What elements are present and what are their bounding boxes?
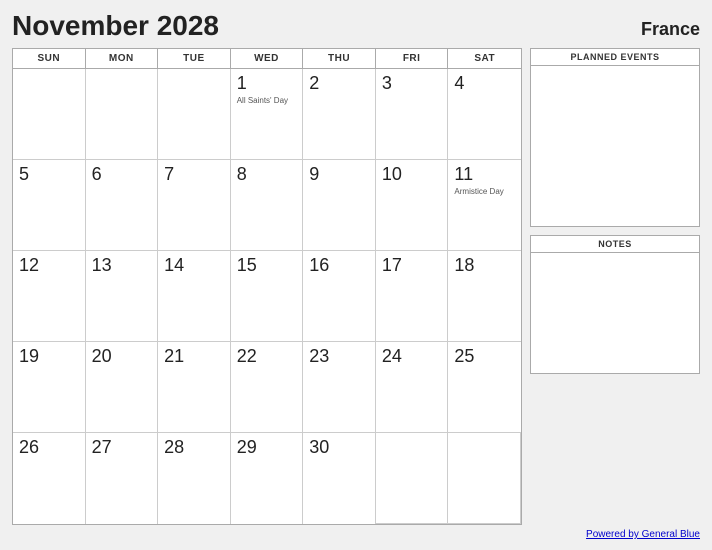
day-number: 23 <box>309 346 369 367</box>
day-cell-28: 28 <box>158 433 231 524</box>
day-number: 6 <box>92 164 152 185</box>
day-cell-20: 20 <box>86 342 159 433</box>
planned-events-content <box>531 66 699 226</box>
day-number: 2 <box>309 73 369 94</box>
planned-events-title: PLANNED EVENTS <box>531 49 699 66</box>
footer: Powered by General Blue <box>12 529 700 540</box>
day-cell-2: 2 <box>303 69 376 160</box>
empty-cell <box>158 69 231 160</box>
day-cell-3: 3 <box>376 69 449 160</box>
day-headers: SUNMONTUEWEDTHUFRISAT <box>13 49 521 69</box>
day-number: 12 <box>19 255 79 276</box>
notes-title: NOTES <box>531 236 699 253</box>
day-number: 24 <box>382 346 442 367</box>
day-number: 14 <box>164 255 224 276</box>
day-cell-7: 7 <box>158 160 231 251</box>
day-number: 15 <box>237 255 297 276</box>
day-cell-1: 1 All Saints' Day <box>231 69 304 160</box>
day-number: 16 <box>309 255 369 276</box>
main-area: SUNMONTUEWEDTHUFRISAT 1All Saints' Day23… <box>12 48 700 525</box>
day-number: 3 <box>382 73 442 94</box>
day-number: 28 <box>164 437 224 458</box>
empty-cell <box>376 433 449 524</box>
day-cell-21: 21 <box>158 342 231 433</box>
day-number: 19 <box>19 346 79 367</box>
day-number: 25 <box>454 346 515 367</box>
day-cell-5: 5 <box>13 160 86 251</box>
day-cell-16: 16 <box>303 251 376 342</box>
day-number: 20 <box>92 346 152 367</box>
day-cell-27: 27 <box>86 433 159 524</box>
country-label: France <box>641 19 700 40</box>
day-number: 29 <box>237 437 297 458</box>
day-number: 13 <box>92 255 152 276</box>
day-cell-13: 13 <box>86 251 159 342</box>
day-number: 27 <box>92 437 152 458</box>
day-number: 22 <box>237 346 297 367</box>
day-cell-4: 4 <box>448 69 521 160</box>
day-header-mon: MON <box>86 49 159 68</box>
day-cell-6: 6 <box>86 160 159 251</box>
day-cell-25: 25 <box>448 342 521 433</box>
day-cell-17: 17 <box>376 251 449 342</box>
day-cell-15: 15 <box>231 251 304 342</box>
day-number: 11 <box>454 164 515 185</box>
empty-cell <box>448 433 521 524</box>
day-cell-24: 24 <box>376 342 449 433</box>
day-cell-30: 30 <box>303 433 376 524</box>
empty-cell <box>86 69 159 160</box>
notes-box: NOTES <box>530 235 700 374</box>
day-number: 1 <box>237 73 297 94</box>
day-header-sat: SAT <box>448 49 521 68</box>
calendar-grid: 1All Saints' Day234567891011Armistice Da… <box>13 69 521 524</box>
empty-cell <box>13 69 86 160</box>
day-cell-19: 19 <box>13 342 86 433</box>
powered-by-link[interactable]: Powered by General Blue <box>586 529 700 540</box>
day-number: 5 <box>19 164 79 185</box>
day-cell-29: 29 <box>231 433 304 524</box>
day-number: 17 <box>382 255 442 276</box>
holiday-label: Armistice Day <box>454 187 515 197</box>
calendar-title: November 2028 <box>12 10 219 42</box>
day-number: 9 <box>309 164 369 185</box>
day-cell-10: 10 <box>376 160 449 251</box>
day-cell-11: 11 Armistice Day <box>448 160 521 251</box>
calendar-section: SUNMONTUEWEDTHUFRISAT 1All Saints' Day23… <box>12 48 522 525</box>
day-cell-23: 23 <box>303 342 376 433</box>
day-number: 18 <box>454 255 515 276</box>
day-number: 8 <box>237 164 297 185</box>
holiday-label: All Saints' Day <box>237 96 297 106</box>
day-header-sun: SUN <box>13 49 86 68</box>
day-cell-8: 8 <box>231 160 304 251</box>
day-number: 7 <box>164 164 224 185</box>
day-number: 10 <box>382 164 442 185</box>
notes-content <box>531 253 699 373</box>
planned-events-box: PLANNED EVENTS <box>530 48 700 227</box>
sidebar: PLANNED EVENTS NOTES <box>530 48 700 525</box>
day-number: 26 <box>19 437 79 458</box>
day-cell-14: 14 <box>158 251 231 342</box>
day-number: 30 <box>309 437 369 458</box>
day-header-thu: THU <box>303 49 376 68</box>
day-cell-12: 12 <box>13 251 86 342</box>
day-cell-9: 9 <box>303 160 376 251</box>
day-number: 4 <box>454 73 515 94</box>
day-number: 21 <box>164 346 224 367</box>
day-header-fri: FRI <box>376 49 449 68</box>
day-cell-22: 22 <box>231 342 304 433</box>
day-cell-18: 18 <box>448 251 521 342</box>
header: November 2028 France <box>12 10 700 42</box>
calendar-page: November 2028 France SUNMONTUEWEDTHUFRIS… <box>0 0 712 550</box>
day-header-wed: WED <box>231 49 304 68</box>
day-header-tue: TUE <box>158 49 231 68</box>
day-cell-26: 26 <box>13 433 86 524</box>
